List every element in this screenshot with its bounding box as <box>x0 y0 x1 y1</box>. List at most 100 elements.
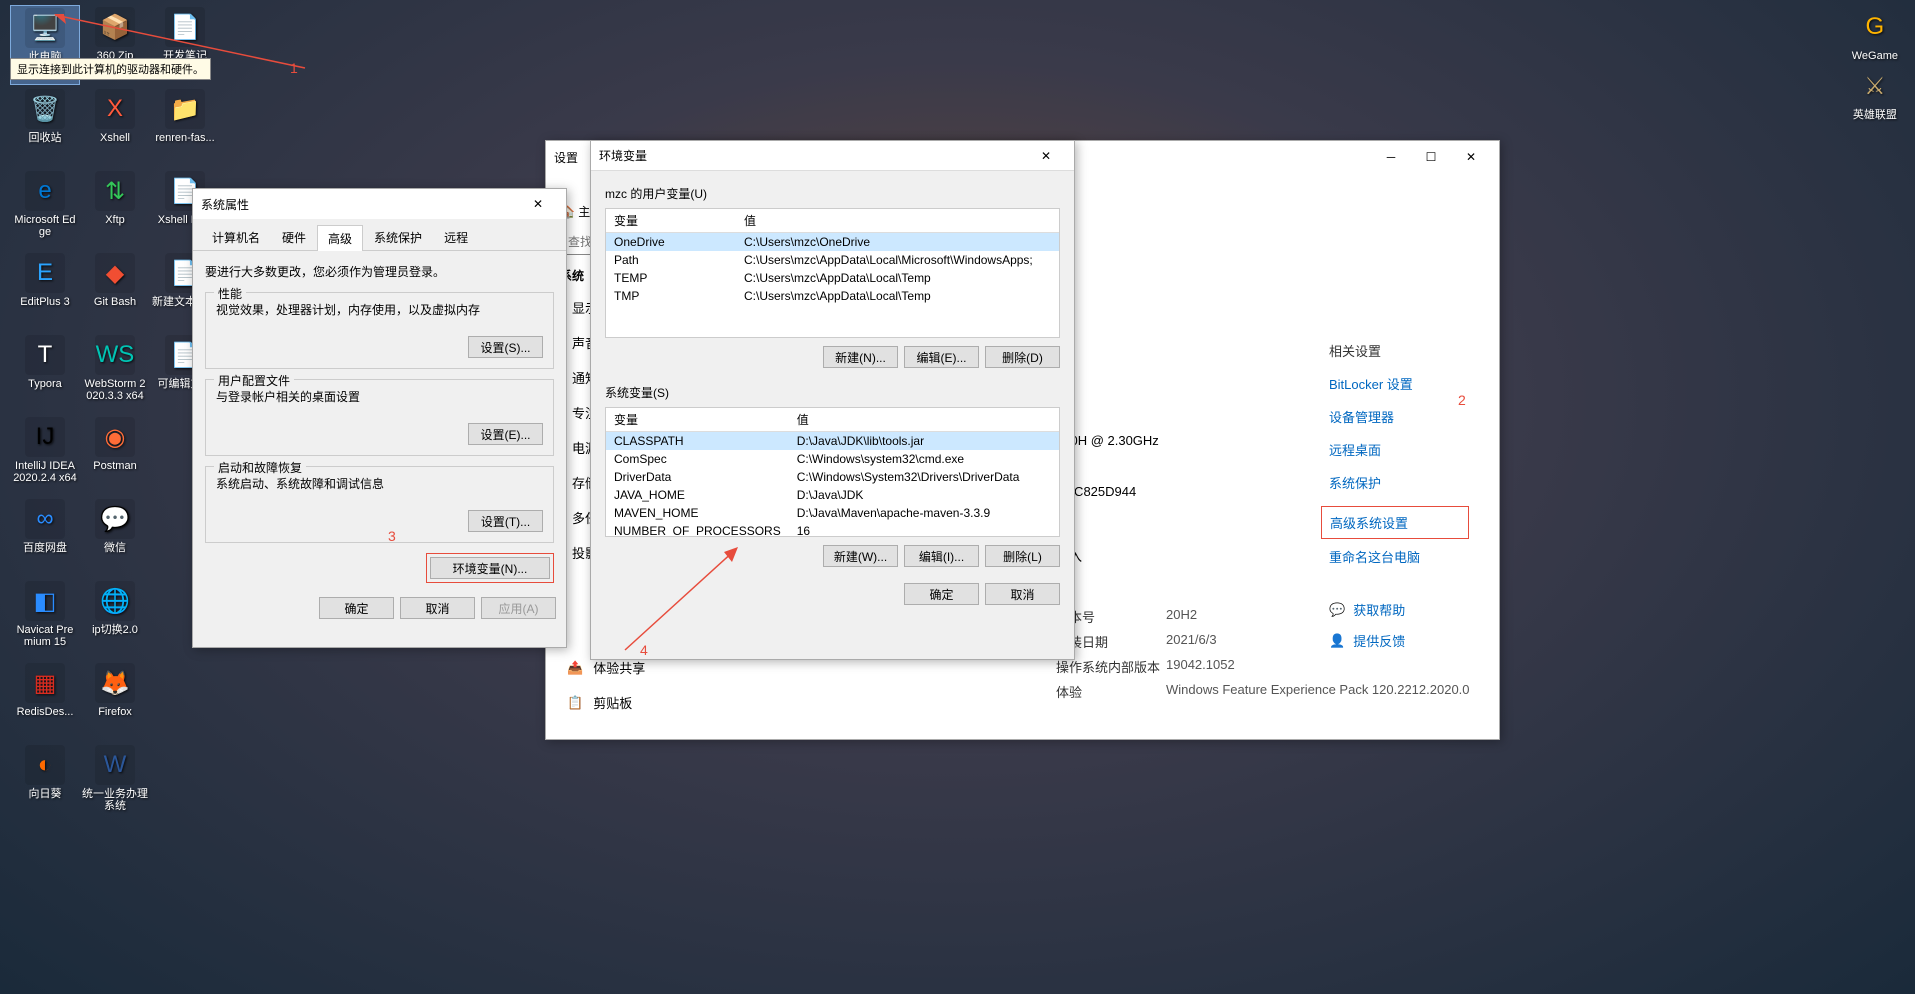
desktop-icon[interactable]: ▦RedisDes... <box>10 661 80 741</box>
desktop-icon[interactable]: WSWebStorm 2020.3.3 x64 <box>80 333 150 413</box>
desktop-icon[interactable]: eMicrosoft Edge <box>10 169 80 249</box>
related-link[interactable]: BitLocker 设置 <box>1329 374 1469 393</box>
env-button-highlight: 环境变量(N)... <box>426 553 554 583</box>
edit-user-var-button[interactable]: 编辑(E)... <box>904 346 979 368</box>
env-var-row[interactable]: MAVEN_HOMED:\Java\Maven\apache-maven-3.3… <box>606 504 1059 522</box>
this-pc-tooltip: 显示连接到此计算机的驱动器和硬件。 <box>10 58 211 80</box>
desktop-icons-grid: 🖥️此电脑📦360 Zip📄开发笔记🗑️回收站XXshell📁renren-fa… <box>10 5 220 823</box>
desktop-icon[interactable]: 🌐ip切换2.0 <box>80 579 150 659</box>
desktop-icons-right: GWeGame⚔英雄联盟 <box>1850 5 1900 123</box>
delete-user-var-button[interactable]: 删除(D) <box>985 346 1060 368</box>
env-var-row[interactable]: PathC:\Users\mzc\AppData\Local\Microsoft… <box>606 251 1059 269</box>
new-sys-var-button[interactable]: 新建(W)... <box>823 545 898 567</box>
env-ok-button[interactable]: 确定 <box>904 583 979 605</box>
system-properties-dialog: 系统属性 ✕ 计算机名硬件高级系统保护远程 要进行大多数更改，您必须作为管理员登… <box>192 188 567 648</box>
desktop-icon[interactable]: GWeGame <box>1850 5 1900 64</box>
desktop-icon[interactable]: ⚔英雄联盟 <box>1850 64 1900 123</box>
desktop-icon[interactable]: W统一业务办理系统 <box>80 743 150 823</box>
desktop-icon[interactable]: 🦊Firefox <box>80 661 150 741</box>
desktop-icon[interactable]: ◉Postman <box>80 415 150 495</box>
env-var-row[interactable]: JAVA_HOMED:\Java\JDK <box>606 486 1059 504</box>
info-row: 体验Windows Feature Experience Pack 120.22… <box>1056 682 1479 701</box>
related-settings-panel: 相关设置 BitLocker 设置设备管理器远程桌面系统保护高级系统设置重命名这… <box>1329 341 1469 662</box>
desktop-icon[interactable]: ∞百度网盘 <box>10 497 80 577</box>
startup-desc: 系统启动、系统故障和调试信息 <box>216 475 543 492</box>
annotation-4: 4 <box>640 642 648 658</box>
perf-desc: 视觉效果，处理器计划，内存使用，以及虚拟内存 <box>216 301 543 318</box>
desktop-icon[interactable]: 🗑️回收站 <box>10 87 80 167</box>
sys-vars-title: 系统变量(S) <box>605 384 1060 401</box>
env-titlebar: 环境变量 ✕ <box>591 141 1074 171</box>
profiles-desc: 与登录帐户相关的桌面设置 <box>216 388 543 405</box>
desktop-icon[interactable]: ◧Navicat Premium 15 <box>10 579 80 659</box>
minimize-button[interactable]: ─ <box>1371 143 1411 171</box>
profiles-legend: 用户配置文件 <box>214 372 294 389</box>
annotation-1: 1 <box>290 60 298 76</box>
related-link[interactable]: 系统保护 <box>1329 473 1469 492</box>
admin-note: 要进行大多数更改，您必须作为管理员登录。 <box>205 263 554 280</box>
cancel-button[interactable]: 取消 <box>400 597 475 619</box>
annotation-2: 2 <box>1458 392 1466 408</box>
env-variables-button[interactable]: 环境变量(N)... <box>430 557 550 579</box>
tab-系统保护[interactable]: 系统保护 <box>363 224 433 250</box>
sysprops-title: 系统属性 <box>201 196 518 213</box>
performance-fieldset: 性能 视觉效果，处理器计划，内存使用，以及虚拟内存 设置(S)... <box>205 292 554 369</box>
perf-settings-button[interactable]: 设置(S)... <box>468 336 543 358</box>
delete-sys-var-button[interactable]: 删除(L) <box>985 545 1060 567</box>
perf-legend: 性能 <box>214 285 246 302</box>
related-link[interactable]: 重命名这台电脑 <box>1329 547 1469 566</box>
tab-硬件[interactable]: 硬件 <box>271 224 317 250</box>
env-var-row[interactable]: TEMPC:\Users\mzc\AppData\Local\Temp <box>606 269 1059 287</box>
get-help-link[interactable]: 💬 获取帮助 <box>1329 600 1469 619</box>
desktop-icon[interactable]: 📁renren-fas... <box>150 87 220 167</box>
startup-legend: 启动和故障恢复 <box>214 459 306 476</box>
apply-button[interactable]: 应用(A) <box>481 597 556 619</box>
desktop-icon[interactable]: ⇅Xftp <box>80 169 150 249</box>
env-variables-dialog: 环境变量 ✕ mzc 的用户变量(U) 变量 值 OneDriveC:\User… <box>590 140 1075 660</box>
col-var[interactable]: 变量 <box>606 209 736 233</box>
close-button[interactable]: ✕ <box>1451 143 1491 171</box>
desktop-icon[interactable]: TTypora <box>10 333 80 413</box>
desktop-icon[interactable]: 💬微信 <box>80 497 150 577</box>
env-var-row[interactable]: NUMBER_OF_PROCESSORS16 <box>606 522 1059 537</box>
env-var-row[interactable]: OneDriveC:\Users\mzc\OneDrive <box>606 233 1059 252</box>
col-val[interactable]: 值 <box>789 408 1059 432</box>
env-title: 环境变量 <box>599 147 1026 164</box>
close-icon[interactable]: ✕ <box>518 190 558 218</box>
tab-远程[interactable]: 远程 <box>433 224 479 250</box>
desktop-icon[interactable]: ◆Git Bash <box>80 251 150 331</box>
maximize-button[interactable]: ☐ <box>1411 143 1451 171</box>
close-icon[interactable]: ✕ <box>1026 142 1066 170</box>
user-vars-title: mzc 的用户变量(U) <box>605 185 1060 202</box>
side-item-clipboard[interactable]: 📋 剪贴板 <box>555 685 657 720</box>
env-var-row[interactable]: TMPC:\Users\mzc\AppData\Local\Temp <box>606 287 1059 305</box>
tab-计算机名[interactable]: 计算机名 <box>201 224 271 250</box>
user-vars-table[interactable]: 变量 值 OneDriveC:\Users\mzc\OneDrivePathC:… <box>605 208 1060 338</box>
ok-button[interactable]: 确定 <box>319 597 394 619</box>
annotation-3: 3 <box>388 528 396 544</box>
new-user-var-button[interactable]: 新建(N)... <box>823 346 898 368</box>
env-var-row[interactable]: ComSpecC:\Windows\system32\cmd.exe <box>606 450 1059 468</box>
desktop-icon[interactable]: ◐向日葵 <box>10 743 80 823</box>
related-link[interactable]: 高级系统设置 <box>1321 506 1469 539</box>
env-var-row[interactable]: CLASSPATHD:\Java\JDK\lib\tools.jar <box>606 432 1059 451</box>
startup-fieldset: 启动和故障恢复 系统启动、系统故障和调试信息 设置(T)... <box>205 466 554 543</box>
desktop-icon[interactable]: EEditPlus 3 <box>10 251 80 331</box>
feedback-link[interactable]: 👤 提供反馈 <box>1329 631 1469 650</box>
related-link[interactable]: 远程桌面 <box>1329 440 1469 459</box>
col-val[interactable]: 值 <box>736 209 1059 233</box>
desktop-icon[interactable]: IJIntelliJ IDEA 2020.2.4 x64 <box>10 415 80 495</box>
env-var-row[interactable]: DriverDataC:\Windows\System32\Drivers\Dr… <box>606 468 1059 486</box>
sys-vars-table[interactable]: 变量 值 CLASSPATHD:\Java\JDK\lib\tools.jarC… <box>605 407 1060 537</box>
settings-side-peek: 📤 体验共享 📋 剪贴板 <box>555 650 657 720</box>
startup-settings-button[interactable]: 设置(T)... <box>468 510 543 532</box>
sysprops-tabs: 计算机名硬件高级系统保护远程 <box>193 219 566 251</box>
desktop-icon[interactable]: XXshell <box>80 87 150 167</box>
related-link[interactable]: 设备管理器 <box>1329 407 1469 426</box>
profiles-settings-button[interactable]: 设置(E)... <box>468 423 543 445</box>
tab-高级[interactable]: 高级 <box>317 225 363 251</box>
edit-sys-var-button[interactable]: 编辑(I)... <box>904 545 979 567</box>
env-cancel-button[interactable]: 取消 <box>985 583 1060 605</box>
profiles-fieldset: 用户配置文件 与登录帐户相关的桌面设置 设置(E)... <box>205 379 554 456</box>
col-var[interactable]: 变量 <box>606 408 789 432</box>
